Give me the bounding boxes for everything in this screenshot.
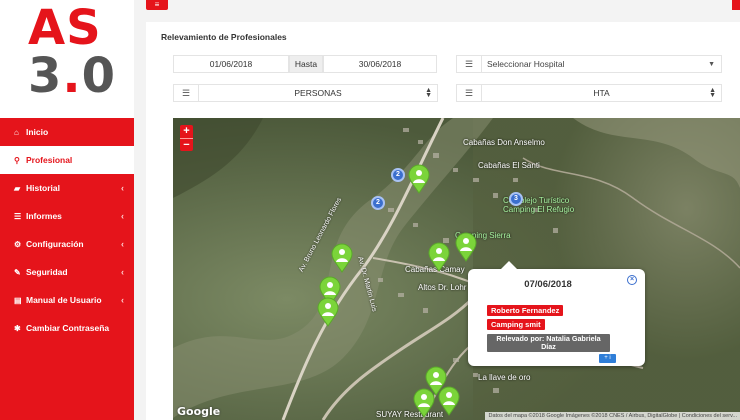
- hamburger-icon: ≡: [154, 0, 160, 9]
- map-cluster-marker[interactable]: 2: [371, 196, 385, 210]
- sidebar-item-inicio[interactable]: ⌂ Inicio: [0, 118, 134, 146]
- personas-select[interactable]: ☰ PERSONAS ▲ ▼: [173, 84, 438, 102]
- chevron-left-icon: ‹: [121, 295, 124, 305]
- marker-info-window: × 07/06/2018 Roberto Fernandez Camping s…: [468, 261, 645, 366]
- person-marker-icon[interactable]: [408, 164, 430, 194]
- list-icon: ☰: [181, 87, 191, 98]
- sidebar: AS 3.0 ⌂ Inicio ⚲ Profesional ▰ Historia…: [0, 0, 134, 420]
- updown-icon: ▲ ▼: [425, 87, 432, 99]
- close-circle-icon[interactable]: ×: [627, 275, 637, 285]
- chevron-left-icon: ‹: [121, 239, 124, 249]
- person-marker-icon[interactable]: [438, 386, 460, 416]
- list-icon: ☰: [14, 211, 22, 221]
- date-from-input[interactable]: 01/06/2018: [173, 55, 289, 73]
- sidebar-item-historial[interactable]: ▰ Historial ‹: [0, 174, 134, 202]
- updown-icon: ▲ ▼: [709, 87, 716, 99]
- topbar: ≡: [134, 0, 740, 18]
- more-info-button[interactable]: + i: [599, 354, 616, 363]
- sidebar-nav: ⌂ Inicio ⚲ Profesional ▰ Historial ‹ ☰ I…: [0, 118, 134, 342]
- list-icon: ☰: [464, 87, 474, 98]
- person-marker-icon[interactable]: [331, 243, 353, 273]
- sidebar-item-cambiar-contrasena[interactable]: ✱ Cambiar Contraseña: [0, 314, 134, 342]
- map-place-label: Cabañas El Santi: [478, 161, 540, 170]
- sidebar-item-seguridad[interactable]: ✎ Seguridad ‹: [0, 258, 134, 286]
- hta-value: HTA: [593, 88, 610, 98]
- logo-text-as: AS: [28, 0, 102, 56]
- sidebar-item-label: Manual de Usuario: [26, 295, 102, 305]
- hta-select[interactable]: ☰ HTA ▲ ▼: [456, 84, 722, 102]
- google-logo: Google: [177, 405, 221, 418]
- sidebar-item-label: Inicio: [26, 127, 49, 137]
- sidebar-item-configuracion[interactable]: ⚙ Configuración ‹: [0, 230, 134, 258]
- sidebar-item-label: Configuración: [26, 239, 84, 249]
- personas-value: PERSONAS: [294, 88, 342, 98]
- person-marker-icon[interactable]: [317, 297, 339, 327]
- topbar-corner-tab[interactable]: [732, 0, 740, 10]
- map-view[interactable]: + − Cabañas Don Anselmo Cabañas El Santi…: [173, 118, 740, 420]
- survey-date: 07/06/2018: [524, 279, 572, 290]
- asterisk-icon: ✱: [14, 323, 21, 333]
- main-panel: Relevamiento de Profesionales 01/06/2018…: [146, 22, 740, 420]
- folder-icon: ▰: [14, 183, 21, 193]
- map-cluster-marker[interactable]: 3: [509, 192, 523, 206]
- hta-select-value: HTA ▲ ▼: [481, 85, 721, 101]
- hospital-select[interactable]: ☰ Seleccionar Hospital ▼: [456, 55, 722, 73]
- menu-toggle-button[interactable]: ≡: [146, 0, 168, 10]
- personas-select-value: PERSONAS ▲ ▼: [198, 85, 437, 101]
- sidebar-item-profesional[interactable]: ⚲ Profesional: [0, 146, 134, 174]
- home-icon: ⌂: [14, 127, 19, 137]
- list-icon: ☰: [464, 58, 474, 69]
- chevron-down-icon: ▼: [708, 60, 715, 68]
- person-name-badge: Roberto Fernandez: [487, 305, 564, 316]
- map-cluster-marker[interactable]: 2: [391, 168, 405, 182]
- hospital-placeholder: Seleccionar Hospital: [487, 59, 565, 69]
- app-logo: AS 3.0: [0, 0, 134, 118]
- gear-icon: ⚙: [14, 239, 22, 249]
- sidebar-item-label: Profesional: [26, 155, 73, 165]
- book-icon: ▤: [14, 295, 22, 305]
- sidebar-item-informes[interactable]: ☰ Informes ‹: [0, 202, 134, 230]
- person-marker-icon[interactable]: [428, 242, 450, 272]
- wrench-icon: ✎: [14, 267, 21, 277]
- map-place-label: La llave de oro: [478, 373, 531, 382]
- sidebar-item-manual[interactable]: ▤ Manual de Usuario ‹: [0, 286, 134, 314]
- chevron-left-icon: ‹: [121, 267, 124, 277]
- chevron-left-icon: ‹: [121, 183, 124, 193]
- logo-text-version: 3.0: [28, 48, 117, 104]
- place-name-badge: Camping smit: [487, 319, 545, 330]
- zoom-in-button[interactable]: +: [180, 125, 193, 138]
- map-place-label: Altos Dr. Lohr: [418, 283, 467, 292]
- person-marker-icon[interactable]: [413, 388, 435, 418]
- sidebar-item-label: Cambiar Contraseña: [26, 323, 110, 333]
- zoom-out-button[interactable]: −: [180, 138, 193, 151]
- surveyor-badge: Relevado por: Natalia Gabriela Díaz: [487, 334, 610, 352]
- person-marker-icon[interactable]: [455, 232, 477, 262]
- sidebar-item-label: Informes: [26, 211, 62, 221]
- page-title: Relevamiento de Profesionales: [161, 32, 287, 42]
- map-attribution[interactable]: Datos del mapa ©2018 Google Imágenes ©20…: [485, 412, 740, 420]
- hospital-select-value: Seleccionar Hospital ▼: [481, 56, 721, 72]
- date-to-input[interactable]: 30/06/2018: [323, 55, 437, 73]
- date-range-separator: Hasta: [289, 55, 323, 73]
- sidebar-item-label: Historial: [26, 183, 61, 193]
- map-marker-icon: ⚲: [14, 155, 20, 165]
- zoom-controls: + −: [180, 125, 193, 151]
- sidebar-item-label: Seguridad: [26, 267, 68, 277]
- map-place-label: Cabañas Don Anselmo: [463, 138, 545, 147]
- chevron-left-icon: ‹: [121, 211, 124, 221]
- info-window-tail: [501, 261, 517, 269]
